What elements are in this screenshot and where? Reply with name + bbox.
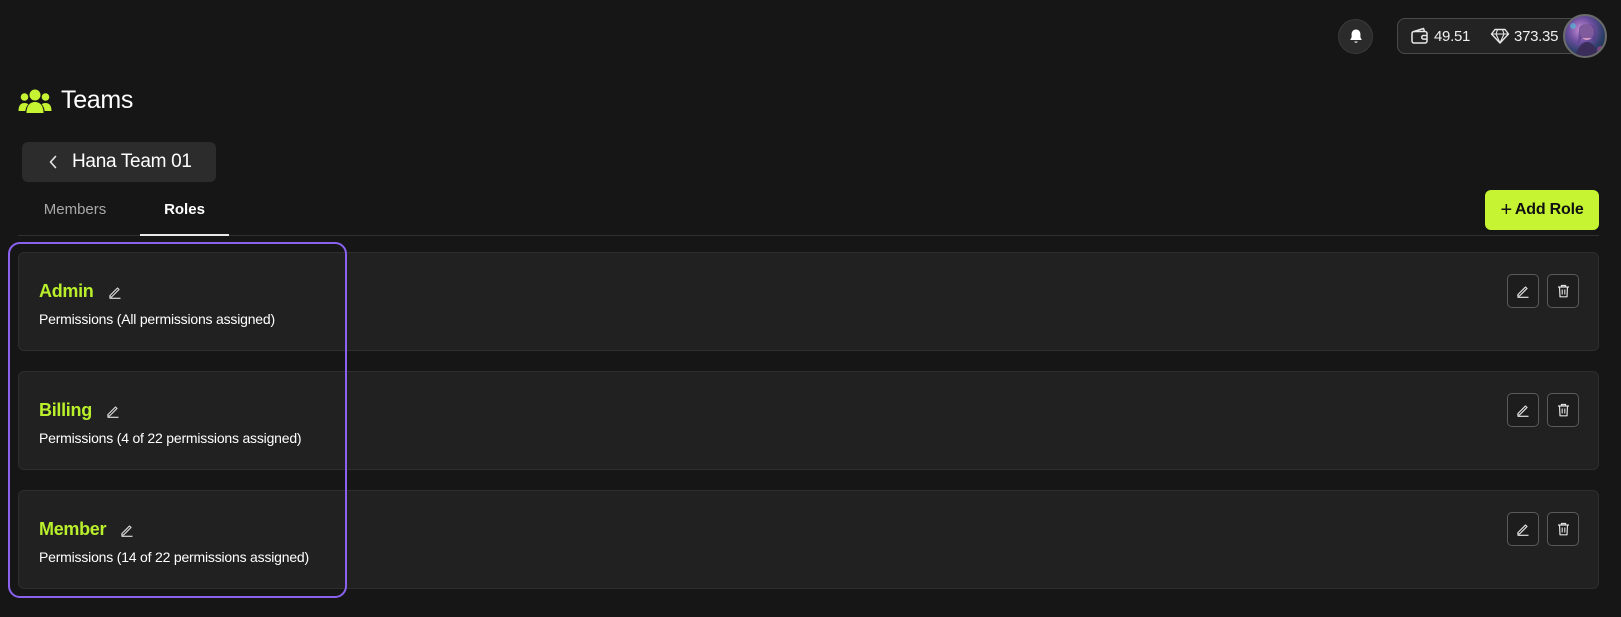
role-title-row: Admin bbox=[39, 281, 122, 302]
trash-icon bbox=[1557, 403, 1569, 417]
chevron-left-icon bbox=[49, 155, 57, 169]
pencil-icon bbox=[1517, 405, 1529, 417]
pencil-icon bbox=[108, 286, 120, 299]
edit-role-button[interactable] bbox=[1507, 393, 1539, 427]
trash-icon bbox=[1557, 522, 1569, 536]
role-permissions: Permissions (All permissions assigned) bbox=[39, 311, 275, 327]
wallet-balance: 49.51 bbox=[1434, 27, 1471, 45]
tabs-divider bbox=[18, 235, 1599, 236]
diamond-icon bbox=[1490, 28, 1510, 44]
edit-role-name-button[interactable] bbox=[106, 404, 120, 418]
role-name: Admin bbox=[39, 281, 94, 301]
role-card-member: Member Permissions (14 of 22 permissions… bbox=[18, 490, 1599, 589]
role-title-row: Member bbox=[39, 519, 134, 540]
delete-role-button[interactable] bbox=[1547, 512, 1579, 546]
team-users-icon bbox=[18, 89, 52, 113]
plus-icon: + bbox=[1500, 198, 1512, 221]
edit-role-button[interactable] bbox=[1507, 274, 1539, 308]
page-header: Teams bbox=[18, 86, 133, 115]
notifications-button[interactable] bbox=[1338, 19, 1373, 54]
gem-group: 373.35 bbox=[1490, 28, 1558, 45]
role-permissions: Permissions (14 of 22 permissions assign… bbox=[39, 549, 309, 565]
edit-role-button[interactable] bbox=[1507, 512, 1539, 546]
role-card-admin: Admin Permissions (All permissions assig… bbox=[18, 252, 1599, 351]
gem-balance: 373.35 bbox=[1514, 27, 1559, 45]
pencil-icon bbox=[1517, 286, 1529, 298]
wallet-icon bbox=[1411, 27, 1428, 44]
role-card-billing: Billing Permissions (4 of 22 permissions… bbox=[18, 371, 1599, 470]
add-role-label: Add Role bbox=[1514, 201, 1584, 218]
role-title-row: Billing bbox=[39, 400, 120, 421]
pencil-icon bbox=[107, 405, 119, 418]
tab-roles[interactable]: Roles bbox=[140, 194, 229, 236]
teams-roles-page: 49.51 373.35 Teams Hana Team 01 Members … bbox=[0, 0, 1621, 617]
role-name: Member bbox=[39, 519, 107, 539]
bell-icon bbox=[1349, 29, 1362, 43]
delete-role-button[interactable] bbox=[1547, 393, 1579, 427]
user-avatar[interactable] bbox=[1563, 14, 1607, 58]
delete-role-button[interactable] bbox=[1547, 274, 1579, 308]
edit-role-name-button[interactable] bbox=[120, 523, 134, 537]
role-permissions: Permissions (4 of 22 permissions assigne… bbox=[39, 430, 302, 446]
avatar-image bbox=[1570, 23, 1605, 56]
team-name: Hana Team 01 bbox=[72, 151, 192, 172]
role-name: Billing bbox=[39, 400, 92, 420]
pencil-icon bbox=[121, 524, 133, 537]
trash-icon bbox=[1557, 284, 1569, 298]
balance-widget[interactable]: 49.51 373.35 bbox=[1397, 18, 1583, 54]
add-role-button[interactable]: + Add Role bbox=[1485, 190, 1599, 230]
back-to-team-button[interactable]: Hana Team 01 bbox=[22, 142, 216, 182]
tab-members[interactable]: Members bbox=[30, 194, 120, 236]
pencil-icon bbox=[1517, 524, 1529, 536]
page-title: Teams bbox=[61, 86, 134, 114]
edit-role-name-button[interactable] bbox=[108, 285, 122, 299]
